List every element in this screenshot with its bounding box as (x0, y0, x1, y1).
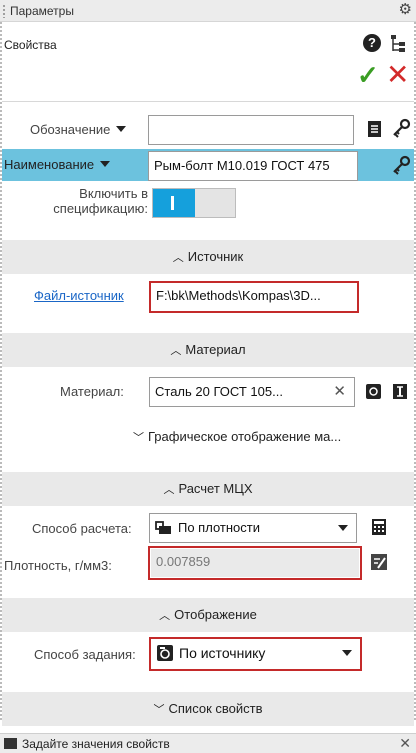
chevron-down-icon: ﹀ (133, 432, 144, 444)
chevron-up-icon: ︿ (159, 610, 171, 622)
window-title: Параметры (10, 4, 74, 18)
display-mode-label: Способ задания: (34, 647, 136, 662)
material-value: Сталь 20 ГОСТ 105... (155, 384, 283, 399)
section-material-title: ︿ Материал (170, 342, 246, 357)
section-material-header[interactable]: ︿ Материал (2, 333, 414, 367)
toggle-on-part (153, 189, 195, 217)
density-label: Плотность, г/мм3: (4, 558, 112, 573)
notes-icon[interactable] (364, 118, 386, 140)
chevron-down-icon (100, 161, 111, 167)
cancel-close-icon[interactable]: ✕ (386, 61, 409, 89)
naimenovanie-label: Наименование (4, 157, 95, 172)
calc-method-label: Способ расчета: (32, 521, 132, 536)
section-props-header[interactable]: ﹀ Список свойств (2, 692, 414, 726)
chevron-down-icon (116, 126, 127, 132)
calculator-icon[interactable] (369, 517, 389, 537)
key-icon[interactable] (390, 155, 412, 177)
clear-x-icon[interactable]: ✕ (333, 378, 346, 406)
graphic-display-label: Графическое отображение ма... (148, 429, 342, 444)
section-source-header[interactable]: ︿ Источник (2, 240, 414, 274)
section-mch-title: ︿ Расчет МЦХ (163, 481, 253, 496)
section-source-title: ︿ Источник (172, 249, 244, 264)
divider (2, 101, 414, 102)
material-edit-icon[interactable] (390, 381, 410, 401)
oboznachenie-input[interactable] (148, 115, 354, 145)
panel-name: Свойства (4, 38, 57, 52)
tree-structure-icon[interactable] (390, 34, 406, 54)
close-icon[interactable]: ✕ (399, 735, 411, 752)
message-icon (4, 738, 17, 749)
source-file-link[interactable]: Файл-источник (34, 288, 124, 303)
display-mode-select[interactable]: По источнику (151, 639, 360, 669)
status-text: Задайте значения свойств (22, 737, 170, 751)
oboznachenie-dropdown[interactable]: Обозначение (30, 122, 127, 137)
chevron-up-icon: ︿ (170, 345, 182, 357)
status-bar: Задайте значения свойств ✕ (0, 733, 416, 753)
section-mch-header[interactable]: ︿ Расчет МЦХ (2, 472, 414, 506)
apply-checkmark-icon[interactable]: ✓ (357, 62, 379, 88)
section-display-title: ︿ Отображение (159, 607, 257, 622)
density-edit-icon[interactable] (369, 552, 389, 572)
include-spec-label: Включить в спецификацию: (53, 186, 148, 216)
chevron-down-icon: ﹀ (153, 704, 165, 716)
window-titlebar: Параметры ⚙ (0, 0, 416, 22)
material-input[interactable]: Сталь 20 ГОСТ 105... ✕ (149, 377, 355, 407)
material-label: Материал: (60, 384, 124, 399)
density-method-icon (155, 521, 171, 534)
drag-grip-icon[interactable] (2, 4, 6, 18)
material-library-icon[interactable] (364, 381, 384, 401)
key-icon[interactable] (390, 118, 412, 140)
include-spec-toggle[interactable] (152, 188, 236, 218)
gear-icon[interactable]: ⚙ (399, 1, 412, 19)
toggle-indicator (171, 196, 174, 210)
source-file-path[interactable]: F:\bk\Methods\Kompas\3D... (151, 283, 357, 311)
naimenovanie-input[interactable]: Рым-болт М10.019 ГОСТ 475 (148, 151, 358, 181)
calc-method-value: По плотности (178, 520, 260, 535)
section-props-title: ﹀ Список свойств (153, 701, 263, 716)
chevron-down-icon (342, 650, 352, 656)
help-icon[interactable]: ? (363, 34, 381, 52)
chevron-down-icon (338, 525, 348, 531)
chevron-up-icon: ︿ (172, 252, 184, 264)
oboznachenie-label: Обозначение (30, 122, 111, 137)
naimenovanie-dropdown[interactable]: Наименование (4, 157, 111, 172)
source-mode-icon (157, 645, 173, 661)
chevron-up-icon: ︿ (163, 484, 175, 496)
density-input[interactable]: 0.007859 (151, 549, 359, 577)
section-display-header[interactable]: ︿ Отображение (2, 598, 414, 632)
graphic-display-expander[interactable]: ﹀ Графическое отображение ма... (133, 429, 341, 445)
display-mode-value: По источнику (179, 645, 266, 661)
calc-method-select[interactable]: По плотности (149, 513, 357, 543)
